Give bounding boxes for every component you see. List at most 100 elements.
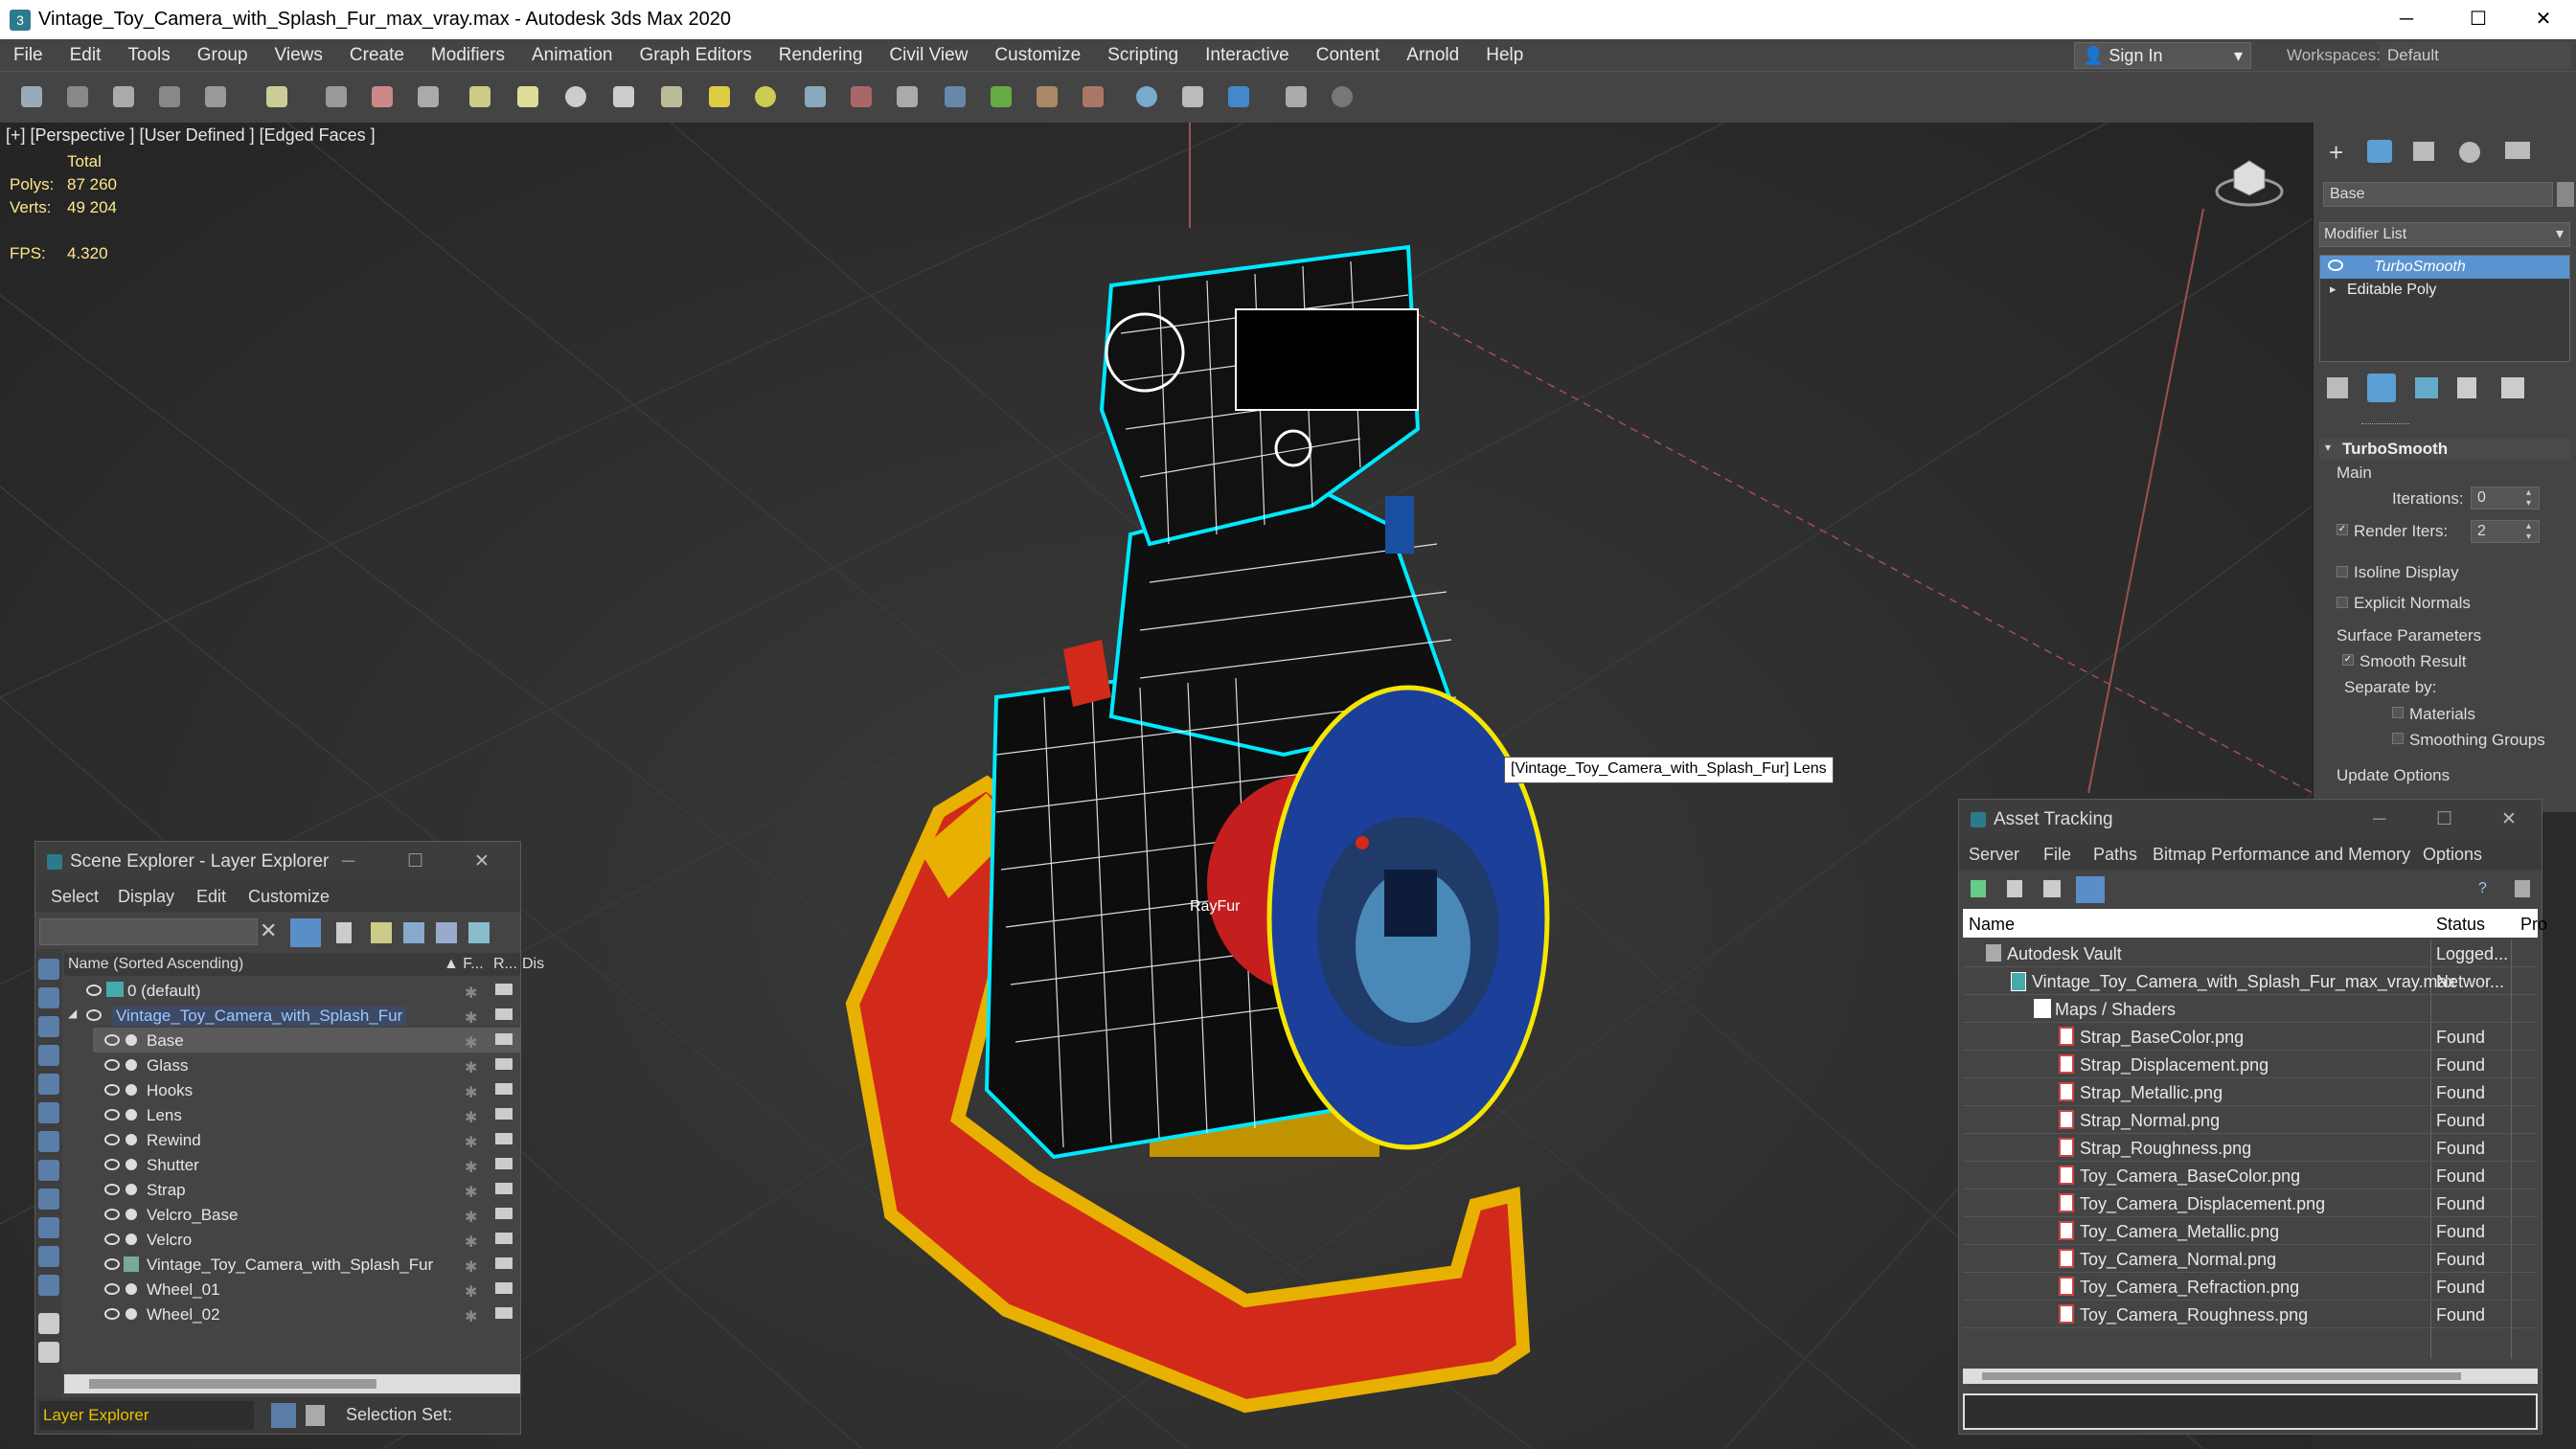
turbosmooth-rollout-header[interactable]: ▾ TurboSmooth — [2319, 439, 2570, 460]
visibility-eye-icon[interactable] — [104, 1159, 120, 1170]
render-setup-icon[interactable] — [1083, 86, 1104, 107]
tree-row-object[interactable]: Velcro ✱ — [93, 1227, 520, 1252]
smoothing-groups-checkbox[interactable] — [2392, 733, 2404, 744]
freeze-icon[interactable]: ✱ — [465, 1257, 477, 1277]
isoline-display-checkbox[interactable] — [2337, 566, 2348, 577]
pin-stack-icon[interactable] — [2327, 377, 2348, 398]
menu-content[interactable]: Content — [1303, 45, 1394, 66]
curve-editor-icon[interactable] — [945, 86, 966, 107]
menu-create[interactable]: Create — [336, 45, 418, 66]
menu-graph-editors[interactable]: Graph Editors — [627, 45, 765, 66]
tree-row-layer[interactable]: 0 (default) ✱ — [64, 978, 520, 1003]
menu-views[interactable]: Views — [262, 45, 336, 66]
freeze-icon[interactable]: ✱ — [465, 1208, 477, 1227]
asset-row[interactable]: Strap_Displacement.png Found — [1963, 1051, 2538, 1078]
close-button[interactable]: ✕ — [474, 850, 490, 872]
render-teapot-icon[interactable] — [495, 1307, 513, 1319]
col-render-header[interactable]: R... — [493, 956, 517, 973]
freeze-icon[interactable]: ✱ — [465, 1307, 477, 1326]
visibility-eye-icon[interactable] — [104, 1109, 120, 1121]
menu-bitmap-performance[interactable]: Bitmap Performance and Memory — [2153, 845, 2410, 865]
spinner-arrows-icon[interactable]: ▴ ▾ — [2526, 521, 2531, 542]
render-icon[interactable] — [1182, 86, 1203, 107]
render-cloud-icon[interactable] — [1228, 86, 1249, 107]
materials-checkbox[interactable] — [2392, 707, 2404, 718]
tree-row-object[interactable]: Hooks ✱ — [93, 1077, 520, 1102]
hierarchy-icon[interactable] — [436, 922, 457, 943]
asset-row[interactable]: Strap_Roughness.png Found — [1963, 1134, 2538, 1162]
display-xrefs-icon[interactable] — [38, 1160, 59, 1181]
pivot-icon[interactable] — [661, 86, 682, 107]
object-color-swatch[interactable] — [2557, 182, 2574, 207]
extras-icon[interactable] — [1286, 86, 1307, 107]
menu-server[interactable]: Server — [1969, 845, 2019, 865]
modifier-list-dropdown[interactable]: Modifier List ▾ — [2319, 222, 2570, 247]
freeze-icon[interactable]: ✱ — [465, 1133, 477, 1152]
workspace-select[interactable]: Default — [2380, 42, 2571, 69]
visibility-eye-icon[interactable] — [104, 1234, 120, 1245]
menu-animation[interactable]: Animation — [518, 45, 627, 66]
menu-options[interactable]: Options — [2423, 845, 2482, 865]
render-teapot-icon[interactable] — [495, 1208, 513, 1219]
render-iters-checkbox[interactable]: ✓ — [2337, 524, 2348, 535]
render-frame-icon[interactable] — [1136, 86, 1157, 107]
configure-sets-icon[interactable] — [2501, 377, 2524, 398]
material-editor-icon[interactable] — [1037, 86, 1058, 107]
motion-tab-icon[interactable] — [2459, 142, 2480, 163]
render-teapot-icon[interactable] — [495, 1282, 513, 1294]
freeze-icon[interactable]: ✱ — [465, 1282, 477, 1302]
menu-help[interactable]: Help — [1472, 45, 1537, 66]
display-all-icon[interactable] — [38, 1313, 59, 1334]
col-status-header[interactable]: Status — [2436, 915, 2485, 935]
visibility-eye-icon[interactable] — [104, 1283, 120, 1295]
freeze-icon[interactable]: ✱ — [465, 984, 477, 1003]
display-hidden-icon[interactable] — [38, 1275, 59, 1296]
asset-row[interactable]: Toy_Camera_Displacement.png Found — [1963, 1189, 2538, 1217]
eye-icon[interactable] — [2328, 260, 2343, 271]
layer-icon[interactable] — [897, 86, 918, 107]
modify-tab-icon[interactable] — [2367, 140, 2392, 163]
display-spacewarps-icon[interactable] — [38, 1102, 59, 1123]
render-teapot-icon[interactable] — [495, 1058, 513, 1070]
angle-snap-icon[interactable] — [755, 86, 776, 107]
tree-view-icon[interactable] — [2043, 880, 2061, 897]
menu-display[interactable]: Display — [118, 887, 174, 907]
asset-path-field[interactable] — [1963, 1393, 2538, 1430]
rotate-icon[interactable] — [517, 86, 538, 107]
minimize-button[interactable]: ─ — [2373, 0, 2440, 39]
snap-icon[interactable] — [709, 86, 730, 107]
scrollbar-thumb[interactable] — [89, 1379, 376, 1389]
show-end-result-icon[interactable] — [2367, 374, 2396, 402]
viewport-label[interactable]: [+] [Perspective ] [User Defined ] [Edge… — [6, 125, 376, 146]
remove-modifier-icon[interactable] — [2457, 377, 2476, 398]
freeze-icon[interactable]: ✱ — [465, 1083, 477, 1102]
scale-icon[interactable] — [565, 86, 586, 107]
redo-icon[interactable] — [67, 86, 88, 107]
help-icon[interactable] — [1332, 86, 1353, 107]
menu-scripting[interactable]: Scripting — [1094, 45, 1192, 66]
tree-row-layer[interactable]: ◢ Vintage_Toy_Camera_with_Splash_Fur ✱ — [64, 1003, 520, 1028]
visibility-eye-icon[interactable] — [104, 1059, 120, 1071]
col-display-header[interactable]: Dis — [522, 956, 544, 973]
menu-edit[interactable]: Edit — [196, 887, 226, 907]
visibility-eye-icon[interactable] — [104, 1209, 120, 1220]
asset-row[interactable]: Vintage_Toy_Camera_with_Splash_Fur_max_v… — [1963, 967, 2538, 995]
asset-row[interactable]: Autodesk Vault Logged... — [1963, 940, 2538, 967]
expand-arrow-icon[interactable]: ▸ — [2330, 282, 2337, 297]
display-frozen-icon[interactable] — [38, 1246, 59, 1267]
horizontal-scrollbar[interactable] — [1963, 1369, 2538, 1384]
maximize-button[interactable]: ☐ — [407, 850, 423, 872]
layers-icon[interactable] — [468, 922, 490, 943]
render-teapot-icon[interactable] — [495, 1033, 513, 1045]
maximize-button[interactable]: ☐ — [2436, 808, 2452, 830]
tree-row-object[interactable]: Base ✱ — [93, 1028, 520, 1053]
minimize-button[interactable]: ─ — [2373, 809, 2385, 830]
menu-group[interactable]: Group — [184, 45, 262, 66]
menu-civil-view[interactable]: Civil View — [876, 45, 981, 66]
asset-row[interactable]: Toy_Camera_Metallic.png Found — [1963, 1217, 2538, 1245]
list-view-icon[interactable] — [2007, 880, 2022, 897]
mirror-icon[interactable] — [805, 86, 826, 107]
close-button[interactable]: ✕ — [2510, 0, 2576, 39]
minimize-button[interactable]: ─ — [342, 851, 354, 872]
filter-icon[interactable] — [290, 918, 321, 947]
